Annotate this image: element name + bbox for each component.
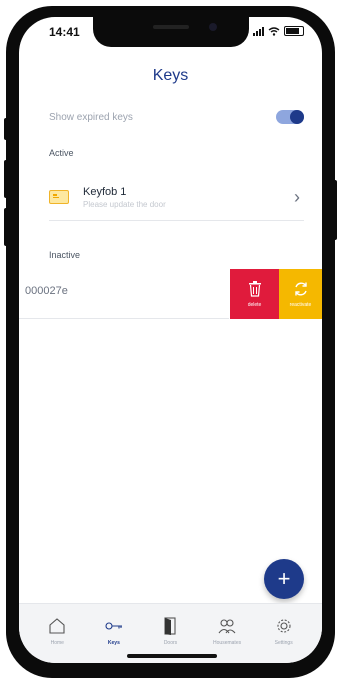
active-section-label: Active <box>49 148 74 158</box>
show-expired-row: Show expired keys <box>49 105 304 129</box>
key-list-item[interactable]: Keyfob 1 Please update the door › <box>49 174 304 221</box>
key-texts: Keyfob 1 Please update the door <box>83 186 294 209</box>
app-screen: 14:41 Keys Show expired keys Active Keyf… <box>19 17 322 663</box>
status-time: 14:41 <box>49 25 80 39</box>
gear-icon <box>277 619 291 633</box>
tab-label: Settings <box>274 640 293 646</box>
key-name: Keyfob 1 <box>83 185 127 198</box>
inactive-key-id: 000027e <box>25 285 68 297</box>
status-icons <box>253 26 304 36</box>
tab-label: Housemates <box>213 640 242 646</box>
chevron-right-icon: › <box>294 186 300 207</box>
silent-switch <box>4 118 8 140</box>
key-icon <box>105 622 122 630</box>
inactive-section-label: Inactive <box>49 250 81 260</box>
page-title: Keys <box>152 67 189 84</box>
reactivate-button[interactable]: reactivate <box>279 269 322 319</box>
wifi-icon <box>268 26 280 36</box>
tab-label: Home <box>50 640 64 646</box>
tab-home[interactable]: Home <box>33 604 81 663</box>
tab-label: Keys <box>107 640 120 646</box>
inactive-key-row[interactable]: 000027e delete reactivate <box>19 269 322 319</box>
signal-icon <box>253 26 264 36</box>
people-icon <box>218 619 236 634</box>
speaker <box>153 25 189 29</box>
home-indicator <box>127 654 217 658</box>
delete-button[interactable]: delete <box>230 269 279 319</box>
trash-icon <box>248 280 261 297</box>
show-expired-toggle[interactable] <box>276 110 304 124</box>
battery-icon <box>284 26 304 36</box>
divider <box>19 318 229 319</box>
camera <box>209 23 217 31</box>
keycard-icon <box>49 190 69 204</box>
tab-settings[interactable]: Settings <box>260 604 308 663</box>
add-key-button[interactable]: + <box>264 559 304 599</box>
toggle-knob <box>290 110 304 124</box>
notch <box>93 17 249 47</box>
key-subtitle: Please update the door <box>83 199 166 209</box>
volume-down-button <box>4 208 8 246</box>
door-icon <box>164 617 177 635</box>
delete-label: delete <box>247 301 262 308</box>
volume-up-button <box>4 160 8 198</box>
tab-label: Doors <box>163 640 178 646</box>
refresh-icon <box>294 282 307 295</box>
show-expired-label: Show expired keys <box>49 111 133 123</box>
home-icon <box>49 618 65 634</box>
power-button <box>333 180 337 240</box>
reactivate-label: reactivate <box>289 301 312 308</box>
